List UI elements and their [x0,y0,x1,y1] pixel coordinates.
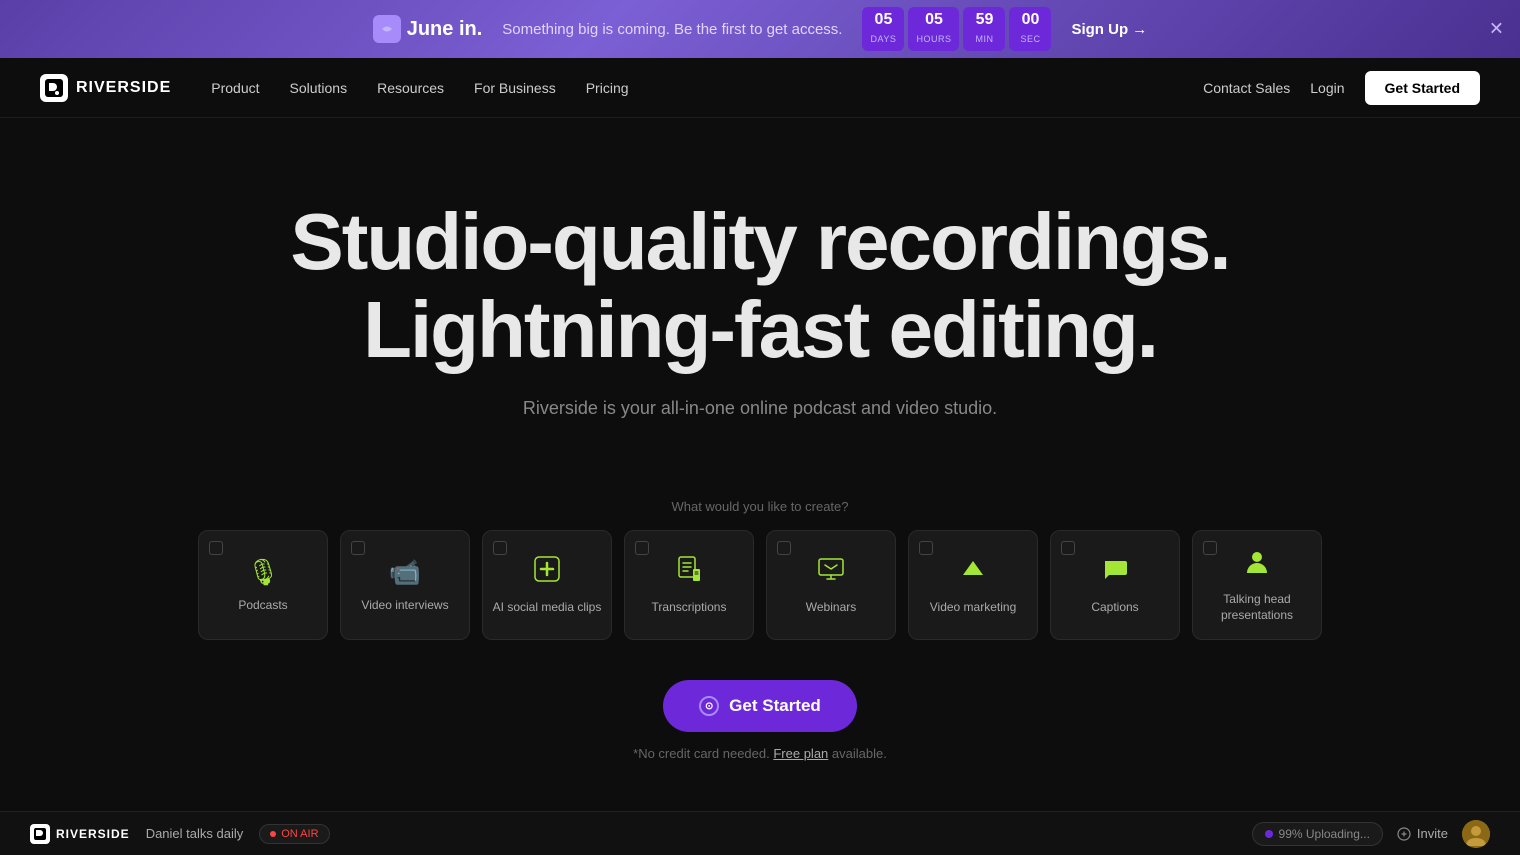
talking-head-icon [1243,547,1271,582]
transcriptions-checkbox[interactable] [635,541,649,555]
captions-icon [1101,555,1129,590]
hero-headline-line2: Lightning-fast editing. [363,285,1157,374]
cta-btn-label: Get Started [729,696,821,716]
nav-resources[interactable]: Resources [377,80,444,96]
talking-head-label: Talking head presentations [1193,592,1321,623]
bottom-studio-name: Daniel talks daily [146,826,244,841]
video-marketing-label: Video marketing [930,600,1017,616]
invite-button[interactable]: Invite [1397,826,1448,841]
podcasts-checkbox[interactable] [209,541,223,555]
nav-contact-sales[interactable]: Contact Sales [1203,80,1290,96]
talking-head-checkbox[interactable] [1203,541,1217,555]
cta-free-plan-link[interactable]: Free plan [773,746,828,761]
on-air-badge: ON AIR [259,824,329,844]
transcriptions-icon [675,555,703,590]
cta-note: *No credit card needed. Free plan availa… [40,746,1480,761]
on-air-dot [270,831,276,837]
create-card-transcriptions[interactable]: Transcriptions [624,530,754,640]
banner-signup-link[interactable]: Sign Up → [1071,21,1147,38]
cta-btn-icon: ⊙ [699,696,719,716]
banner-logo: June in. [373,15,483,43]
nav-links: Product Solutions Resources For Business… [211,80,1203,96]
create-options-section: What would you like to create? 🎙 Podcast… [0,499,1520,640]
video-interviews-checkbox[interactable] [351,541,365,555]
bottom-logo-icon [30,824,50,844]
nav-brand-name: RIVERSIDE [76,79,171,97]
webinars-label: Webinars [806,600,856,616]
nav-product[interactable]: Product [211,80,259,96]
riverside-logo-icon [40,74,68,102]
nav-right-actions: Contact Sales Login Get Started [1203,71,1480,105]
nav-logo: RIVERSIDE [40,74,171,102]
uploading-badge: 99% Uploading... [1252,822,1383,846]
banner-message: Something big is coming. Be the first to… [502,21,842,38]
create-card-captions[interactable]: Captions [1050,530,1180,640]
create-card-podcasts[interactable]: 🎙 Podcasts [198,530,328,640]
countdown-min: 59 MIN [963,7,1005,51]
hero-section: Studio-quality recordings. Lightning-fas… [0,118,1520,499]
hero-subtitle: Riverside is your all-in-one online podc… [40,398,1480,419]
bottom-status-bar: RIVERSIDE Daniel talks daily ON AIR 99% … [0,811,1520,855]
bottom-right-actions: 99% Uploading... Invite [1252,820,1490,848]
cta-available-text: available. [832,746,887,761]
user-avatar [1462,820,1490,848]
main-get-started-button[interactable]: ⊙ Get Started [663,680,857,732]
create-card-ai-social[interactable]: AI social media clips [482,530,612,640]
upload-dot [1265,830,1273,838]
junein-logo-icon [373,15,401,43]
create-card-video-marketing[interactable]: Video marketing [908,530,1038,640]
banner-close-button[interactable]: ✕ [1489,19,1504,40]
video-marketing-checkbox[interactable] [919,541,933,555]
hero-headline-line1: Studio-quality recordings. [290,197,1229,286]
video-interviews-icon: 📹 [389,557,421,588]
video-marketing-icon [959,555,987,590]
create-options-grid: 🎙 Podcasts 📹 Video interviews AI social … [40,530,1480,640]
announcement-banner: June in. Something big is coming. Be the… [0,0,1520,58]
nav-for-business[interactable]: For Business [474,80,556,96]
on-air-label: ON AIR [281,828,318,840]
nav-get-started-button[interactable]: Get Started [1365,71,1480,105]
create-label: What would you like to create? [40,499,1480,514]
countdown-timer: 05 DAYS 05 HOURS 59 MIN 00 SEC [862,7,1051,51]
captions-checkbox[interactable] [1061,541,1075,555]
create-card-talking-head[interactable]: Talking head presentations [1192,530,1322,640]
uploading-text: 99% Uploading... [1279,827,1370,841]
ai-social-label: AI social media clips [493,600,602,616]
webinars-icon [817,555,845,590]
podcasts-label: Podcasts [238,598,287,614]
video-interviews-label: Video interviews [361,598,448,614]
hero-headline: Studio-quality recordings. Lightning-fas… [40,198,1480,374]
nav-solutions[interactable]: Solutions [290,80,348,96]
invite-label: Invite [1417,826,1448,841]
ai-social-icon [533,555,561,590]
nav-pricing[interactable]: Pricing [586,80,629,96]
podcasts-icon: 🎙 [246,557,279,588]
captions-label: Captions [1091,600,1138,616]
nav-login[interactable]: Login [1310,80,1344,96]
ai-social-checkbox[interactable] [493,541,507,555]
create-card-video-interviews[interactable]: 📹 Video interviews [340,530,470,640]
bottom-logo: RIVERSIDE [30,824,130,844]
junein-brand: June in. [407,18,483,41]
countdown-sec: 00 SEC [1009,7,1051,51]
create-card-webinars[interactable]: Webinars [766,530,896,640]
transcriptions-label: Transcriptions [652,600,727,616]
cta-note-text: *No credit card needed. [633,746,770,761]
bottom-brand-name: RIVERSIDE [56,827,130,841]
cta-section: ⊙ Get Started *No credit card needed. Fr… [0,640,1520,781]
countdown-days: 05 DAYS [862,7,904,51]
countdown-hours: 05 HOURS [908,7,959,51]
webinars-checkbox[interactable] [777,541,791,555]
main-navbar: RIVERSIDE Product Solutions Resources Fo… [0,58,1520,118]
